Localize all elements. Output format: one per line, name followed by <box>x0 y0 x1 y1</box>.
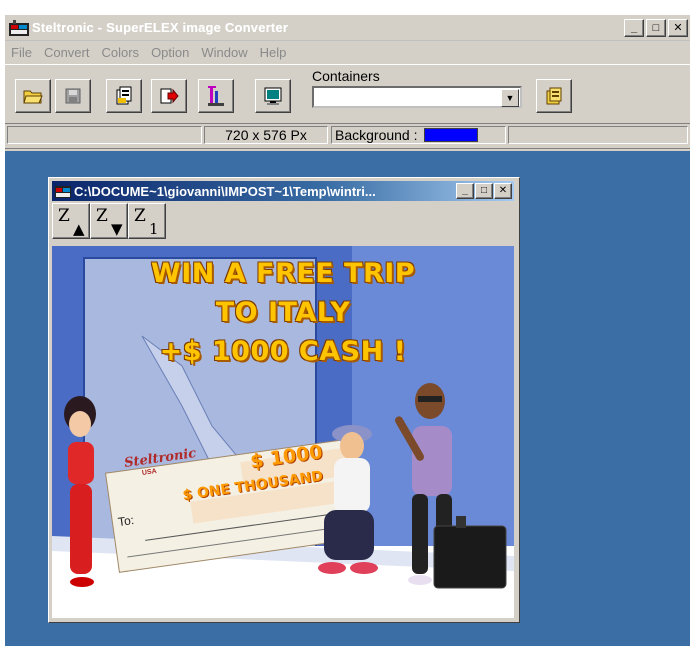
z-send-backward-button[interactable]: Z ▼ <box>90 203 128 239</box>
up-arrow-icon: ▲ <box>73 220 85 238</box>
z-first-button[interactable]: Z 1 <box>128 203 166 239</box>
compress-icon <box>208 86 224 106</box>
close-button[interactable]: ✕ <box>668 19 688 37</box>
menu-window[interactable]: Window <box>195 45 253 60</box>
toolbar: Containers ▼ <box>5 64 690 124</box>
down-arrow-icon: ▼ <box>111 220 123 238</box>
child-close-button[interactable]: ✕ <box>494 183 512 199</box>
maximize-icon: □ <box>652 21 660 34</box>
status-resolution: 720 x 576 Px <box>204 126 328 144</box>
child-title: C:\DOCUME~1\giovanni\IMPOST~1\Temp\wintr… <box>74 183 376 199</box>
save-button[interactable] <box>55 79 91 113</box>
mdi-workspace: C:\DOCUME~1\giovanni\IMPOST~1\Temp\wintr… <box>5 151 690 646</box>
child-maximize-button[interactable]: □ <box>475 183 493 199</box>
resolution-text: 720 x 576 Px <box>225 127 307 143</box>
background-color-swatch[interactable] <box>423 128 478 142</box>
headline-line-3: +$ 1000 CASH ! <box>159 336 407 367</box>
convert-icon <box>116 86 132 105</box>
containers-label: Containers <box>312 68 380 84</box>
status-background: Background : <box>331 126 506 144</box>
z-order-toolbar: Z ▲ Z ▼ Z 1 <box>52 203 166 239</box>
containers-add-button[interactable] <box>536 79 572 113</box>
chevron-down-icon[interactable]: ▼ <box>501 89 519 107</box>
export-icon <box>160 88 179 104</box>
convert-button[interactable] <box>106 79 142 113</box>
compress-button[interactable] <box>198 79 234 113</box>
save-icon <box>65 88 81 104</box>
background-label: Background : <box>335 127 418 143</box>
menu-option[interactable]: Option <box>145 45 195 60</box>
z-letter: Z <box>134 206 146 226</box>
open-button[interactable] <box>15 79 51 113</box>
maximize-icon: □ <box>480 185 488 196</box>
check-to-label: To: <box>117 512 135 530</box>
open-icon <box>23 90 43 104</box>
monitor-icon <box>264 87 282 105</box>
close-icon: ✕ <box>673 21 683 34</box>
monitor-button[interactable] <box>255 79 291 113</box>
app-icon <box>54 183 72 199</box>
close-icon: ✕ <box>498 185 508 196</box>
app-icon <box>8 19 30 37</box>
minimize-icon: _ <box>462 185 468 196</box>
menu-file[interactable]: File <box>5 45 38 60</box>
headline-line-1: WIN A FREE TRIP <box>150 258 416 289</box>
menu-convert[interactable]: Convert <box>38 45 96 60</box>
child-title-bar: C:\DOCUME~1\giovanni\IMPOST~1\Temp\wintr… <box>52 181 514 201</box>
menu-help[interactable]: Help <box>254 45 293 60</box>
image-canvas[interactable]: WIN A FREE TRIP TO ITALY +$ 1000 CASH ! … <box>52 246 514 618</box>
minimize-icon: _ <box>630 21 638 34</box>
containers-select[interactable]: ▼ <box>312 86 522 108</box>
menu-colors[interactable]: Colors <box>95 45 145 60</box>
minimize-button[interactable]: _ <box>624 19 644 37</box>
status-panel-1 <box>7 126 202 144</box>
menu-bar: File Convert Colors Option Window Help <box>5 41 690 63</box>
z-bring-forward-button[interactable]: Z ▲ <box>52 203 90 239</box>
status-bar: 720 x 576 Px Background : <box>5 124 690 149</box>
z-letter: Z <box>58 206 70 226</box>
status-panel-4 <box>508 126 688 144</box>
app-window: Steltronic - SuperELEX image Converter _… <box>5 15 690 646</box>
z-letter: Z <box>96 206 108 226</box>
app-title: Steltronic - SuperELEX image Converter <box>32 20 289 35</box>
image-child-window: C:\DOCUME~1\giovanni\IMPOST~1\Temp\wintr… <box>48 177 520 623</box>
containers-add-icon <box>546 87 562 105</box>
one-label: 1 <box>149 220 159 238</box>
export-button[interactable] <box>151 79 187 113</box>
title-bar: Steltronic - SuperELEX image Converter _… <box>5 15 690 41</box>
maximize-button[interactable]: □ <box>646 19 666 37</box>
headline-line-2: TO ITALY <box>215 297 351 328</box>
child-minimize-button[interactable]: _ <box>456 183 474 199</box>
